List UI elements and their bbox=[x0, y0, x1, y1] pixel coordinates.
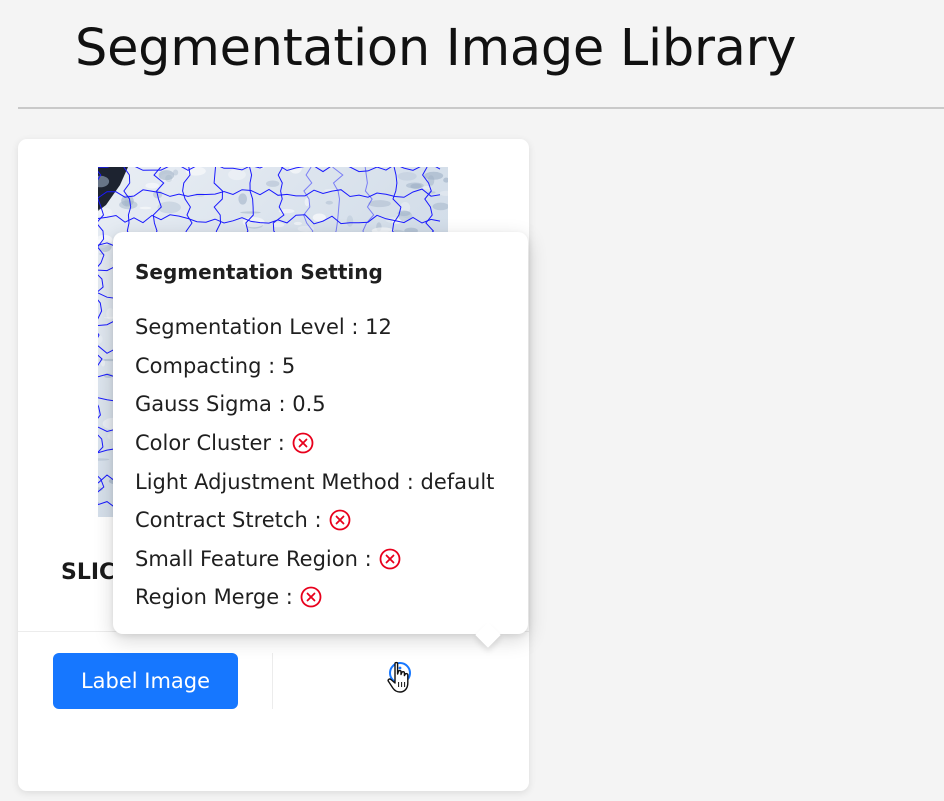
setting-value: default bbox=[420, 469, 495, 494]
setting-segmentation-level: Segmentation Level : 12 bbox=[135, 308, 494, 347]
close-circle-icon bbox=[329, 509, 350, 531]
setting-separator: : bbox=[344, 315, 366, 340]
setting-region-merge: Region Merge : bbox=[135, 578, 494, 617]
actions-separator bbox=[272, 653, 273, 709]
setting-gauss-sigma: Gauss Sigma : 0.5 bbox=[135, 385, 494, 424]
info-icon[interactable] bbox=[388, 661, 412, 685]
setting-label: Compacting bbox=[135, 353, 262, 378]
setting-label: Contract Stretch bbox=[135, 508, 308, 533]
close-circle-icon bbox=[292, 432, 314, 454]
title-divider bbox=[18, 107, 944, 109]
setting-value: 12 bbox=[365, 315, 392, 340]
card-title: SLIC bbox=[61, 560, 116, 585]
setting-label: Region Merge bbox=[135, 585, 280, 610]
setting-label: Gauss Sigma bbox=[135, 392, 272, 417]
setting-value: 0.5 bbox=[292, 392, 326, 417]
setting-separator: : bbox=[261, 353, 282, 378]
setting-separator: : bbox=[400, 469, 421, 494]
setting-small-feature-region: Small Feature Region : bbox=[135, 540, 494, 579]
setting-light-adjustment-method: Light Adjustment Method : default bbox=[135, 462, 494, 501]
page-title: Segmentation Image Library bbox=[75, 19, 797, 78]
setting-label: Small Feature Region bbox=[135, 546, 358, 571]
settings-list: Segmentation Level : 12 Compacting : 5 G… bbox=[135, 308, 494, 617]
setting-label: Segmentation Level bbox=[135, 315, 345, 340]
close-circle-icon bbox=[300, 587, 322, 608]
setting-color-cluster: Color Cluster : bbox=[135, 424, 494, 463]
setting-separator: : bbox=[271, 431, 285, 456]
label-image-button[interactable]: Label Image bbox=[53, 653, 238, 709]
setting-separator: : bbox=[279, 585, 293, 610]
setting-separator: : bbox=[307, 508, 322, 533]
setting-compacting: Compacting : 5 bbox=[135, 347, 494, 386]
setting-contract-stretch: Contract Stretch : bbox=[135, 501, 494, 540]
close-circle-icon bbox=[379, 548, 401, 570]
segmentation-setting-popover: Segmentation Setting Segmentation Level … bbox=[113, 232, 528, 648]
setting-separator: : bbox=[357, 546, 372, 571]
setting-separator: : bbox=[271, 392, 293, 417]
setting-value: 5 bbox=[281, 353, 296, 378]
setting-label: Light Adjustment Method bbox=[135, 469, 401, 494]
popover-title: Segmentation Setting bbox=[135, 260, 383, 284]
setting-label: Color Cluster bbox=[135, 431, 272, 456]
